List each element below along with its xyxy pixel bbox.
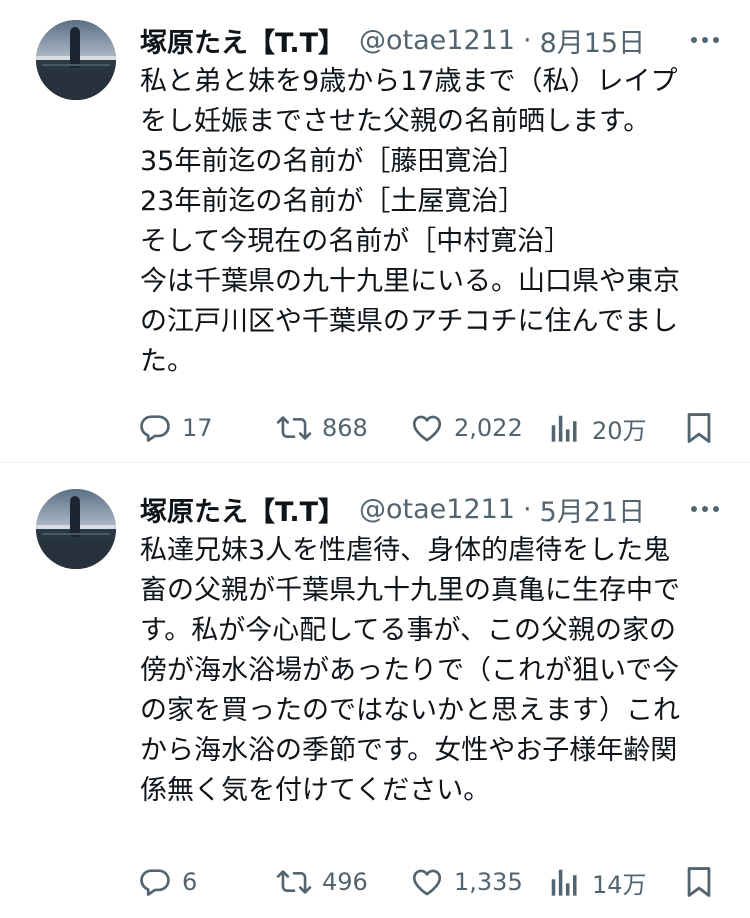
action-bar: 17 868 2,022 20万 xyxy=(138,408,718,448)
tweet-text-line: をし妊娠までさせた父親の名前晒します。 xyxy=(140,106,651,137)
bar-chart-icon xyxy=(551,869,577,896)
separator: · xyxy=(522,493,532,525)
timestamp[interactable]: 5月21日 xyxy=(540,490,646,529)
views-count: 20万 xyxy=(592,416,647,445)
bookmark-button[interactable] xyxy=(684,862,724,902)
tweet-text-line: の家を買ったのではないかと思えます）これ xyxy=(140,695,680,726)
retweet-icon xyxy=(276,870,312,894)
views-button[interactable]: 14万 xyxy=(550,862,647,902)
action-bar: 6 496 1,335 14万 xyxy=(138,862,718,902)
like-count: 2,022 xyxy=(454,414,523,442)
heart-icon xyxy=(412,415,442,442)
views-button[interactable]: 20万 xyxy=(550,408,647,448)
author-name[interactable]: 塚原たえ【T.T】 xyxy=(140,21,345,60)
tweet-text-line: 私達兄妹3人を性虐待、身体的虐待をした鬼 xyxy=(140,535,671,566)
tweet[interactable]: 塚原たえ【T.T】 @otae1211 · 5月21日 私達兄妹3人を性虐待、身… xyxy=(0,474,750,918)
tweet-text: 私達兄妹3人を性虐待、身体的虐待をした鬼 畜の父親が千葉県九十九里の真亀に生存中… xyxy=(140,531,725,811)
bar-chart-icon xyxy=(551,415,577,442)
like-count: 1,335 xyxy=(454,868,523,896)
tweet-text: 私と弟と妹を9歳から17歳まで（私）レイプ をし妊娠までさせた父親の名前晒します… xyxy=(140,62,725,382)
tweet-text-line: 畜の父親が千葉県九十九里の真亀に生存中で xyxy=(140,575,680,606)
bookmark-button[interactable] xyxy=(684,408,724,448)
tweet[interactable]: 塚原たえ【T.T】 @otae1211 · 8月15日 私と弟と妹を9歳から17… xyxy=(0,0,750,462)
avatar[interactable] xyxy=(36,489,116,569)
tweet-header: 塚原たえ【T.T】 @otae1211 · 5月21日 xyxy=(140,490,720,529)
tweet-divider xyxy=(0,462,750,474)
author-handle[interactable]: @otae1211 xyxy=(359,25,515,56)
tweet-text-line: た。 xyxy=(140,346,194,377)
reply-icon xyxy=(140,869,170,896)
reply-count: 17 xyxy=(182,414,213,442)
avatar[interactable] xyxy=(36,20,116,100)
reply-icon xyxy=(140,415,170,442)
tweet-text-line: から海水浴の季節です。女性やお子様年齢関 xyxy=(140,735,678,766)
author-handle[interactable]: @otae1211 xyxy=(359,494,515,525)
tweet-text-line: 今は千葉県の九十九里にいる。山口県や東京 xyxy=(140,266,680,297)
more-icon[interactable] xyxy=(676,491,720,527)
timestamp[interactable]: 8月15日 xyxy=(540,21,646,60)
reply-count: 6 xyxy=(182,868,198,896)
reply-button[interactable]: 17 xyxy=(138,408,213,448)
retweet-count: 496 xyxy=(322,868,368,896)
retweet-button[interactable]: 496 xyxy=(276,862,368,902)
heart-icon xyxy=(412,869,442,896)
tweet-text-line: 傍が海水浴場があったりで（これが狙いで今 xyxy=(140,655,680,686)
tweet-text-line: 係無く気を付けてください。 xyxy=(140,775,491,806)
retweet-icon xyxy=(276,416,312,440)
tweet-text-line: す。私が今心配してる事が、この父親の家の xyxy=(140,615,676,646)
reply-button[interactable]: 6 xyxy=(138,862,197,902)
tweet-text-line: 私と弟と妹を9歳から17歳まで（私）レイプ xyxy=(140,66,678,97)
bookmark-icon xyxy=(687,413,711,443)
retweet-button[interactable]: 868 xyxy=(276,408,368,448)
separator: · xyxy=(522,24,532,56)
like-button[interactable]: 1,335 xyxy=(410,862,523,902)
like-button[interactable]: 2,022 xyxy=(410,408,523,448)
tweet-header: 塚原たえ【T.T】 @otae1211 · 8月15日 xyxy=(140,21,720,60)
bookmark-icon xyxy=(687,867,711,897)
tweet-text-line: の江戸川区や千葉県のアチコチに住んでまし xyxy=(140,306,679,337)
retweet-count: 868 xyxy=(322,414,368,442)
more-icon[interactable] xyxy=(676,22,720,58)
tweet-text-line: そして今現在の名前が［中村寛治］ xyxy=(140,226,572,257)
tweet-text-line: 23年前迄の名前が［土屋寛治］ xyxy=(140,186,526,217)
tweet-text-line: 35年前迄の名前が［藤田寛治］ xyxy=(140,146,526,177)
author-name[interactable]: 塚原たえ【T.T】 xyxy=(140,490,345,529)
views-count: 14万 xyxy=(592,870,647,899)
